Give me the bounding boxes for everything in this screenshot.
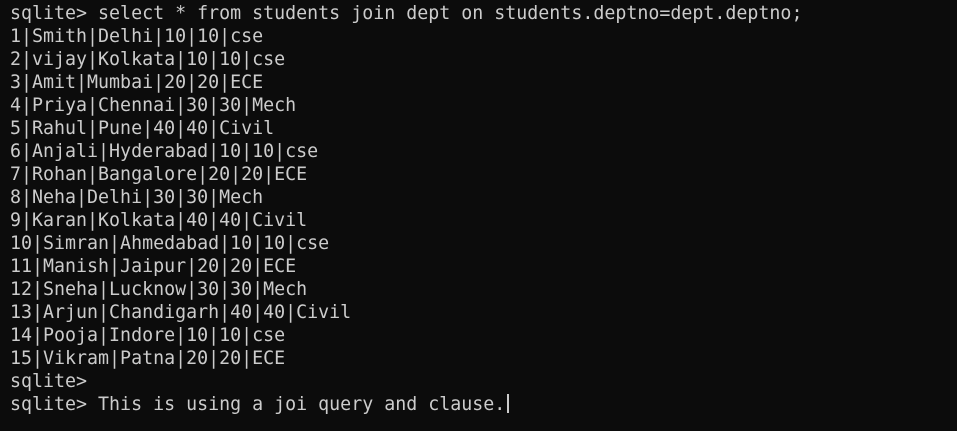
- result-row: 2|vijay|Kolkata|10|10|cse: [10, 49, 286, 70]
- result-row: 10|Simran|Ahmedabad|10|10|cse: [10, 233, 330, 254]
- result-row: 15|Vikram|Patna|20|20|ECE: [10, 348, 286, 369]
- result-row: 7|Rohan|Bangalore|20|20|ECE: [10, 164, 308, 185]
- query-command-line: sqlite> select * from students join dept…: [10, 3, 803, 24]
- input-text: sqlite> This is using a joi query and cl…: [10, 394, 506, 415]
- result-row: 1|Smith|Delhi|10|10|cse: [10, 26, 264, 47]
- result-row: 13|Arjun|Chandigarh|40|40|Civil: [10, 302, 352, 323]
- result-row: 3|Amit|Mumbai|20|20|ECE: [10, 72, 264, 93]
- result-row: 8|Neha|Delhi|30|30|Mech: [10, 187, 264, 208]
- result-row: 4|Priya|Chennai|30|30|Mech: [10, 95, 297, 116]
- result-row: 12|Sneha|Lucknow|30|30|Mech: [10, 279, 308, 300]
- terminal-window[interactable]: sqlite> select * from students join dept…: [0, 0, 957, 431]
- result-row: 9|Karan|Kolkata|40|40|Civil: [10, 210, 308, 231]
- empty-prompt-line: sqlite>: [10, 371, 88, 392]
- result-row: 14|Pooja|Indore|10|10|cse: [10, 325, 286, 346]
- input-line[interactable]: sqlite> This is using a joi query and cl…: [10, 393, 957, 416]
- result-row: 5|Rahul|Pune|40|40|Civil: [10, 118, 275, 139]
- result-rows: 1|Smith|Delhi|10|10|cse 2|vijay|Kolkata|1…: [10, 25, 957, 370]
- result-row: 6|Anjali|Hyderabad|10|10|cse: [10, 141, 319, 162]
- text-cursor: [507, 394, 510, 413]
- result-row: 11|Manish|Jaipur|20|20|ECE: [10, 256, 297, 277]
